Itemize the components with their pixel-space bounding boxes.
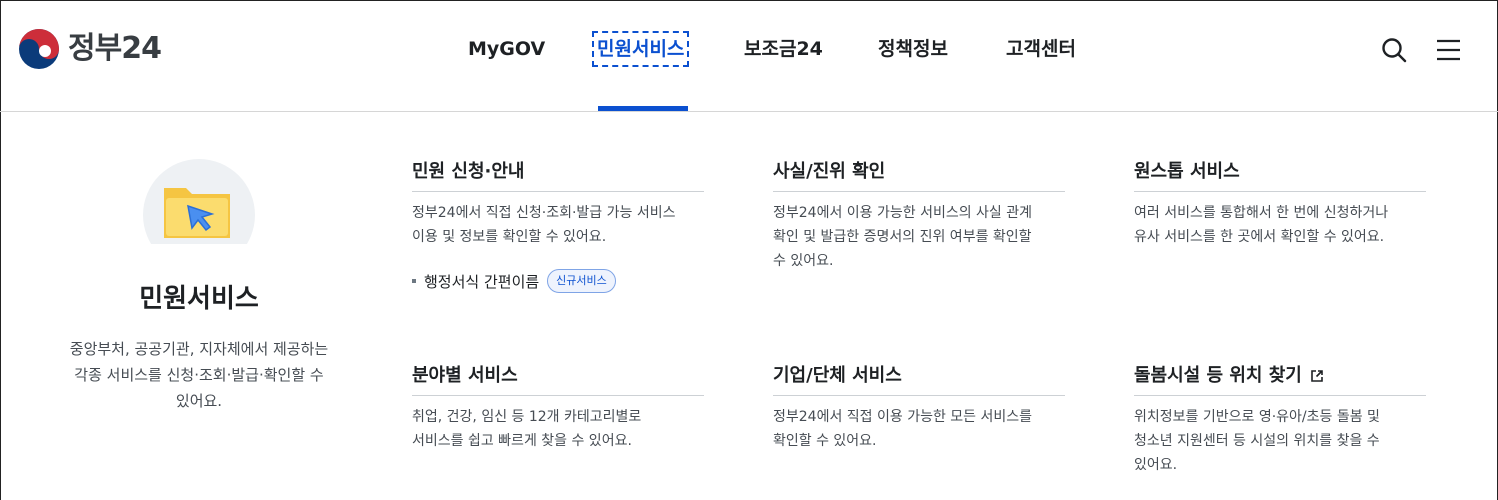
search-icon: [1382, 38, 1407, 63]
menu-icon: [1437, 39, 1460, 61]
card-title[interactable]: 돌봄시설 등 위치 찾기: [1134, 356, 1426, 396]
card-title[interactable]: 분야별 서비스: [412, 356, 704, 396]
card-description: 정부24에서 이용 가능한 서비스의 사실 관계 확인 및 발급한 증명서의 진…: [773, 205, 1033, 269]
folder-cursor-icon: [143, 159, 255, 244]
card-description: 취업, 건강, 임신 등 12개 카테고리별로 서비스를 쉽고 빠르게 찾을 수…: [412, 409, 642, 449]
card-business-service: 기업/단체 서비스 정부24에서 직접 이용 가능한 모든 서비스를 확인할 수…: [773, 356, 1065, 453]
global-header: 정부24 MyGOV 민원서비스 보조금24 정책정보 고객센터: [0, 0, 1498, 112]
card-care-facility-finder: 돌봄시설 등 위치 찾기 위치정보를 기반으로 영·유아/초등 돌봄 및 청소년…: [1134, 356, 1426, 477]
card-description: 정부24에서 직접 이용 가능한 모든 서비스를 확인할 수 있어요.: [773, 409, 1033, 449]
card-one-stop-service: 원스톱 서비스 여러 서비스를 통합해서 한 번에 신청하거나 유사 서비스를 …: [1134, 152, 1426, 249]
nav-item-subsidy24[interactable]: 보조금24: [744, 36, 823, 62]
card-description: 여러 서비스를 통합해서 한 번에 신청하거나 유사 서비스를 한 곳에서 확인…: [1134, 205, 1389, 245]
new-service-badge: 신규서비스: [547, 269, 616, 293]
nav-item-mygov[interactable]: MyGOV: [468, 36, 545, 62]
card-title[interactable]: 민원 신청·안내: [412, 152, 704, 192]
card-category-service: 분야별 서비스 취업, 건강, 임신 등 12개 카테고리별로 서비스를 쉽고 …: [412, 356, 704, 453]
nav-item-customer-center[interactable]: 고객센터: [1006, 36, 1076, 62]
card-description: 위치정보를 기반으로 영·유아/초등 돌봄 및 청소년 지원센터 등 시설의 위…: [1134, 409, 1380, 473]
sub-link-label: 행정서식 간편이름: [424, 272, 540, 291]
intro-description: 중앙부처, 공공기관, 지자체에서 제공하는 각종 서비스를 신청·조회·발급·…: [69, 340, 329, 410]
card-title[interactable]: 사실/진위 확인: [773, 152, 1065, 192]
card-description: 정부24에서 직접 신청·조회·발급 가능 서비스 이용 및 정보를 확인할 수…: [412, 205, 676, 245]
search-button[interactable]: [1378, 34, 1410, 66]
admin-form-easy-name-link[interactable]: 행정서식 간편이름 신규서비스: [412, 269, 704, 293]
nav-item-civil-service[interactable]: 민원서비스: [591, 31, 690, 67]
menu-button[interactable]: [1432, 34, 1464, 66]
card-fact-verification: 사실/진위 확인 정부24에서 이용 가능한 서비스의 사실 관계 확인 및 발…: [773, 152, 1065, 273]
global-nav: MyGOV 민원서비스 보조금24 정책정보 고객센터: [0, 31, 1498, 67]
card-civil-application: 민원 신청·안내 정부24에서 직접 신청·조회·발급 가능 서비스 이용 및 …: [412, 152, 704, 293]
card-title[interactable]: 기업/단체 서비스: [773, 356, 1065, 396]
active-nav-indicator: [598, 106, 688, 111]
card-title[interactable]: 원스톱 서비스: [1134, 152, 1426, 192]
nav-item-policy-info[interactable]: 정책정보: [878, 36, 948, 62]
intro-title: 민원서비스: [139, 284, 259, 314]
external-link-icon: [1311, 369, 1323, 382]
bullet-marker: [412, 279, 416, 283]
